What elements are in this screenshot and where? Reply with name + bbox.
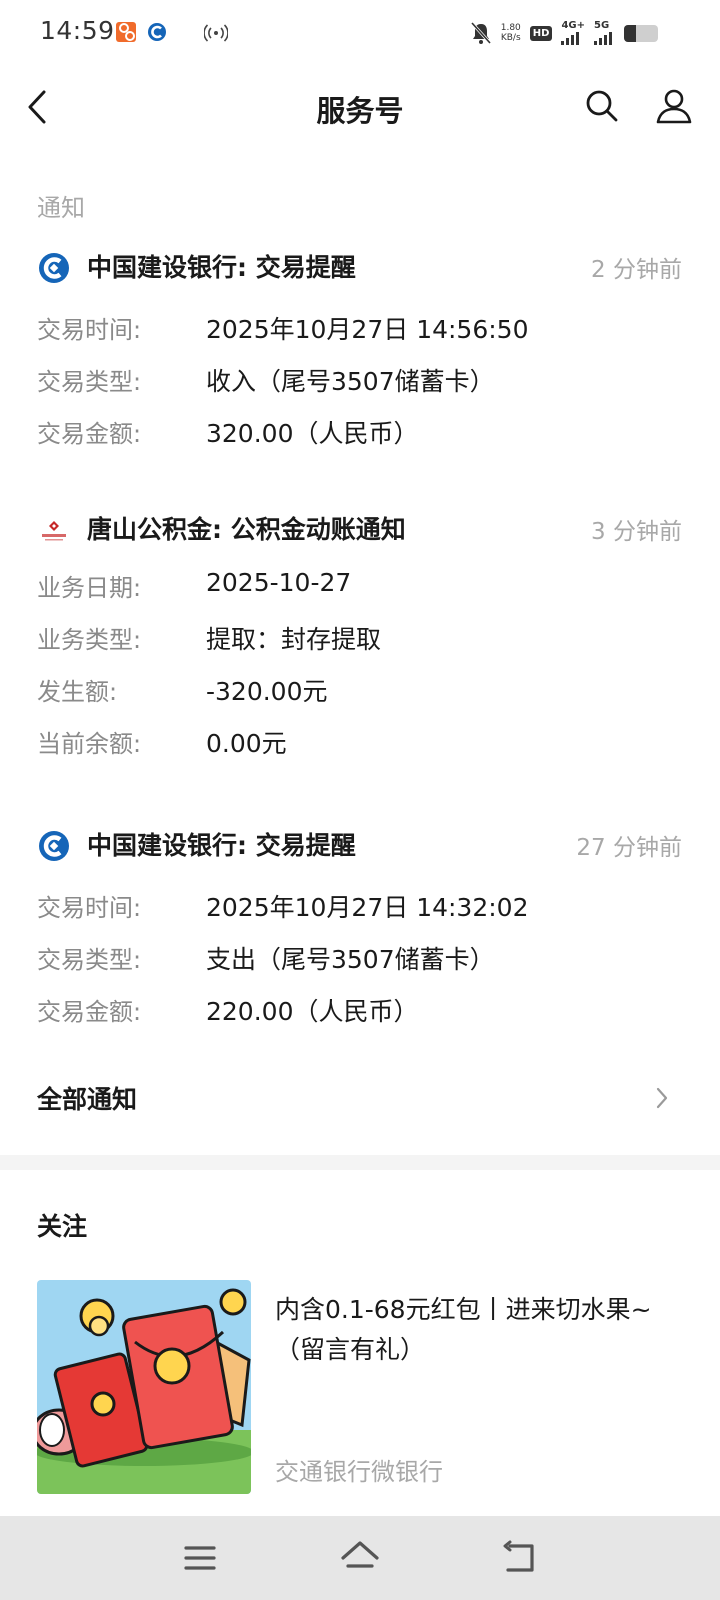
row-label: 发生额:	[37, 678, 118, 706]
notice-row: 交易时间: 2025年10月27日 14:32:02	[0, 888, 720, 928]
notice-row: 发生额: -320.00元	[0, 672, 720, 712]
back-icon[interactable]	[498, 1536, 542, 1580]
row-value: 2025年10月27日 14:56:50	[206, 315, 529, 344]
net-speed: 1.80 KB/s	[501, 23, 521, 43]
notice-title: 中国建设银行: 交易提醒	[87, 831, 356, 860]
signal-4g: 4G+	[561, 21, 585, 45]
signal-bars-icon	[561, 31, 580, 45]
chevron-right-icon	[656, 1087, 668, 1109]
hd-badge: HD	[529, 25, 553, 41]
row-value: 支出（尾号3507储蓄卡）	[206, 945, 495, 974]
network-5g-label: 5G	[594, 20, 610, 31]
ccb-notification-icon	[148, 23, 166, 41]
signal-5g: 5G	[594, 21, 612, 45]
row-label: 交易金额:	[37, 998, 142, 1026]
notice-card-header: 中国建设银行: 交易提醒 2 分钟前	[0, 248, 720, 288]
mute-bell-icon	[470, 21, 491, 45]
all-notices-label: 全部通知	[37, 1085, 138, 1114]
nav-header: 服务号	[0, 66, 720, 152]
net-speed-value: 1.80	[500, 23, 521, 33]
battery-icon	[624, 25, 658, 42]
system-nav-bar	[0, 1516, 720, 1600]
status-time: 14:59	[40, 16, 115, 45]
notice-time: 27 分钟前	[576, 835, 682, 861]
notice-title: 中国建设银行: 交易提醒	[87, 253, 356, 282]
search-icon[interactable]	[584, 88, 620, 124]
row-label: 交易类型:	[37, 946, 142, 974]
hotspot-icon	[204, 24, 228, 42]
app-notification-icon	[116, 22, 136, 42]
row-value: 提取：封存提取	[206, 625, 382, 654]
row-label: 交易时间:	[37, 316, 142, 344]
section-divider	[0, 1155, 720, 1170]
row-value: 0.00元	[206, 729, 287, 758]
row-value: 收入（尾号3507储蓄卡）	[206, 367, 495, 396]
net-speed-unit: KB/s	[500, 33, 521, 43]
article-thumbnail	[37, 1280, 251, 1494]
notice-row: 交易金额: 320.00（人民币）	[0, 414, 720, 454]
row-label: 交易类型:	[37, 368, 142, 396]
notice-row: 交易类型: 支出（尾号3507储蓄卡）	[0, 940, 720, 980]
person-icon[interactable]	[654, 86, 694, 126]
article-source: 交通银行微银行	[275, 1458, 443, 1486]
notice-row: 交易时间: 2025年10月27日 14:56:50	[0, 310, 720, 350]
signal-bars-icon	[594, 31, 612, 45]
row-value: 220.00（人民币）	[206, 997, 419, 1026]
network-4g-label: 4G+	[561, 20, 585, 31]
notice-time: 2 分钟前	[591, 257, 682, 283]
notice-card[interactable]: 中国建设银行: 交易提醒 2 分钟前 交易时间: 2025年10月27日 14:…	[0, 248, 720, 458]
article-item[interactable]: 内含0.1-68元红包丨进来切水果~（留言有礼） 交通银行微银行	[0, 1280, 720, 1496]
menu-icon[interactable]	[178, 1536, 222, 1580]
all-notices-link[interactable]: 全部通知	[0, 1075, 720, 1119]
row-label: 当前余额:	[37, 730, 142, 758]
row-label: 交易金额:	[37, 420, 142, 448]
notice-section-title: 通知	[37, 194, 85, 222]
notice-time: 3 分钟前	[591, 519, 682, 545]
follow-section-title: 关注	[37, 1212, 88, 1241]
notice-row: 当前余额: 0.00元	[0, 724, 720, 764]
row-value: -320.00元	[206, 677, 328, 706]
red-envelope-illustration	[37, 1280, 251, 1494]
notice-card[interactable]: 中国建设银行: 交易提醒 27 分钟前 交易时间: 2025年10月27日 14…	[0, 826, 720, 1036]
article-title: 内含0.1-68元红包丨进来切水果~（留言有礼）	[275, 1295, 652, 1364]
row-value: 320.00（人民币）	[206, 419, 419, 448]
notice-card[interactable]: 唐山公积金: 公积金动账通知 3 分钟前 业务日期: 2025-10-27 业务…	[0, 510, 720, 770]
status-bar: 14:59 1.80 KB/s HD 4G+ 5G	[0, 0, 720, 66]
row-label: 业务类型:	[37, 626, 142, 654]
row-label: 业务日期:	[37, 574, 142, 602]
row-label: 交易时间:	[37, 894, 142, 922]
battery-fill	[624, 25, 636, 42]
row-value: 2025年10月27日 14:32:02	[206, 893, 529, 922]
housing-fund-logo-icon	[42, 521, 66, 541]
notice-row: 交易金额: 220.00（人民币）	[0, 992, 720, 1032]
ccb-logo-icon	[39, 831, 69, 861]
notice-card-header: 唐山公积金: 公积金动账通知 3 分钟前	[0, 510, 720, 550]
status-right-group: 1.80 KB/s HD 4G+ 5G	[470, 18, 612, 48]
notice-row: 业务日期: 2025-10-27	[0, 568, 720, 608]
notice-card-header: 中国建设银行: 交易提醒 27 分钟前	[0, 826, 720, 866]
notice-row: 交易类型: 收入（尾号3507储蓄卡）	[0, 362, 720, 402]
ccb-logo-icon	[39, 253, 69, 283]
notice-title: 唐山公积金: 公积金动账通知	[87, 515, 406, 544]
home-icon[interactable]	[338, 1536, 382, 1580]
notice-row: 业务类型: 提取：封存提取	[0, 620, 720, 660]
row-value: 2025-10-27	[206, 568, 352, 597]
